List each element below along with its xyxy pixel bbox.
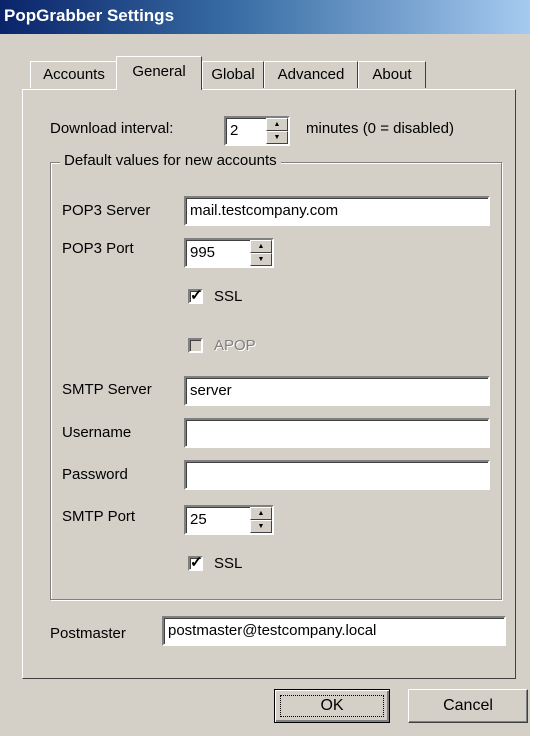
password-label: Password — [62, 466, 128, 483]
download-interval-spin-buttons: ▲ ▼ — [266, 118, 288, 144]
checkmark-icon: ✓ — [190, 287, 203, 304]
spin-up-icon[interactable]: ▲ — [266, 118, 288, 131]
pop3-port-label: POP3 Port — [62, 240, 134, 257]
download-interval-suffix: minutes (0 = disabled) — [306, 120, 454, 137]
pop3-server-input[interactable]: mail.testcompany.com — [184, 196, 490, 226]
spin-down-icon[interactable]: ▼ — [250, 253, 272, 266]
tab-global[interactable]: Global — [202, 61, 264, 88]
focus-rect — [280, 695, 384, 717]
groupbox-title: Default values for new accounts — [60, 152, 281, 169]
spin-down-icon[interactable]: ▼ — [250, 520, 272, 533]
smtp-server-label: SMTP Server — [62, 381, 152, 398]
smtp-port-label: SMTP Port — [62, 508, 136, 525]
tab-strip: Accounts General Global Advanced About — [22, 56, 538, 90]
pop3-server-label: POP3 Server — [62, 202, 151, 219]
tab-general[interactable]: General — [116, 56, 202, 90]
pop3-ssl-label: SSL — [214, 288, 243, 305]
username-input[interactable] — [184, 418, 490, 448]
smtp-ssl-label: SSL — [214, 555, 243, 572]
tab-accounts[interactable]: Accounts — [30, 61, 118, 88]
smtp-port-spinner[interactable]: 25 ▲ ▼ — [184, 505, 274, 535]
smtp-ssl-checkbox[interactable]: ✓ — [188, 554, 203, 571]
settings-window: PopGrabber Settings Accounts General Glo… — [0, 0, 530, 736]
spin-down-icon[interactable]: ▼ — [266, 131, 288, 144]
download-interval-spinner[interactable]: 2 ▲ ▼ — [224, 116, 290, 146]
postmaster-label: Postmaster — [50, 625, 126, 642]
postmaster-input[interactable]: postmaster@testcompany.local — [162, 616, 506, 646]
download-interval-label: Download interval: — [50, 120, 174, 137]
tab-advanced[interactable]: Advanced — [264, 61, 358, 88]
password-input[interactable] — [184, 460, 490, 490]
pop3-port-spin-buttons: ▲ ▼ — [250, 240, 272, 266]
title-bar[interactable]: PopGrabber Settings — [0, 0, 530, 34]
username-label: Username — [62, 424, 132, 441]
checkmark-icon: ✓ — [190, 554, 203, 571]
ok-button[interactable]: OK — [274, 689, 390, 723]
pop3-port-spinner[interactable]: 995 ▲ ▼ — [184, 238, 274, 268]
apop-checkbox — [188, 338, 203, 353]
tab-about[interactable]: About — [358, 61, 426, 88]
cancel-button[interactable]: Cancel — [408, 689, 528, 723]
cancel-button-label: Cancel — [443, 697, 493, 714]
smtp-port-spin-buttons: ▲ ▼ — [250, 507, 272, 533]
apop-label: APOP — [214, 337, 256, 354]
pop3-ssl-checkbox[interactable]: ✓ — [188, 287, 203, 304]
spin-up-icon[interactable]: ▲ — [250, 507, 272, 520]
smtp-server-input[interactable]: server — [184, 376, 490, 406]
window-title: PopGrabber Settings — [4, 6, 175, 25]
spin-up-icon[interactable]: ▲ — [250, 240, 272, 253]
